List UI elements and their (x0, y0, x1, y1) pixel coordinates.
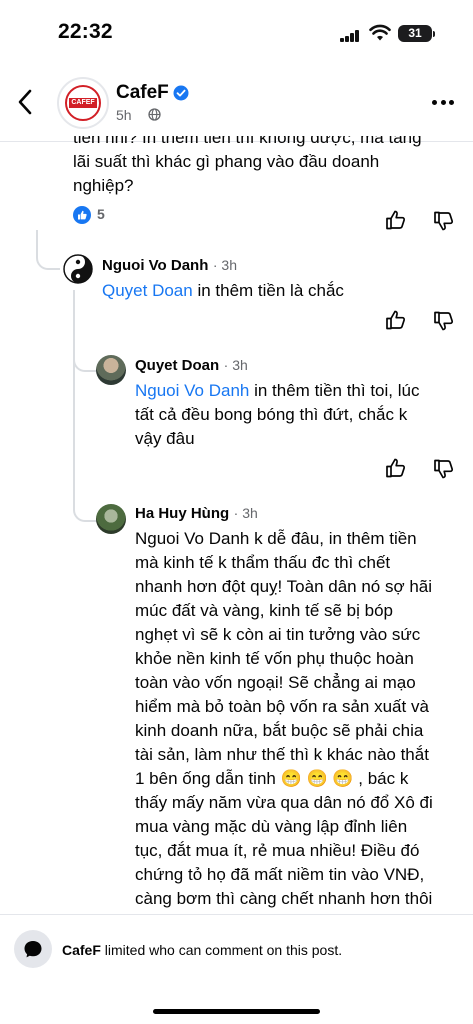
wifi-icon (369, 24, 391, 41)
comment-text: tất cả đều bong bóng thì đứt, chắc k (135, 405, 408, 424)
reaction-count: 5 (97, 206, 105, 222)
thumbs-down-icon[interactable] (433, 459, 455, 479)
cellular-signal-icon (340, 30, 360, 42)
home-indicator[interactable] (153, 1009, 320, 1014)
comment-time: 3h (221, 257, 237, 273)
comment-text: in thêm tiền là chắc (192, 281, 344, 300)
comment-body: Quyet Doan in thêm tiền là chắc (102, 279, 462, 303)
comment-author[interactable]: Nguoi Vo Danh (102, 257, 208, 274)
battery-indicator: 31 (398, 25, 432, 42)
comment-text: tục, đắt mua ít, rẻ mua nhiều! Điều đó (135, 841, 420, 860)
comment-text: hiểm mà bỏ toàn bộ vốn ra sản xuất và (135, 697, 429, 716)
page-name[interactable]: CafeF (116, 82, 169, 104)
comment-text: vậy đâu (135, 429, 195, 448)
comment-text: khỏe nền kinh tế vốn phụ thuộc hoàn (135, 649, 414, 668)
page-avatar[interactable]: CAFEF (57, 77, 109, 129)
comment-text: mua vàng mặc dù vàng lập đỉnh liên (135, 817, 408, 836)
comment-text: toàn vào vốn ngoại! Sẽ chẳng ai mạo (135, 673, 416, 692)
comment-text: 1 bên ống dẫn tinh 😁 😁 😁 , bác k (135, 769, 409, 788)
comment-dot: · (223, 357, 233, 373)
comment-text: càng bơm thì càng chết nhanh hơn thôi (135, 889, 433, 908)
comment-body: Nguoi Vo Danh in thêm tiền thì toi, lúc … (135, 379, 465, 451)
comment-limit-notice: CafeF limited who can comment on this po… (62, 942, 342, 958)
globe-icon (148, 108, 161, 121)
comment-line: nghiệp? (73, 176, 134, 195)
notice-page-name[interactable]: CafeF (62, 942, 101, 958)
thread-connector (36, 230, 60, 270)
comment-line: tiền nhỉ? In thêm tiền thì không được, m… (73, 136, 422, 147)
comment-text: chứng tỏ họ đã mất niềm tin vào VNĐ, (135, 865, 425, 884)
page-avatar-small (14, 930, 52, 968)
footer-divider (0, 914, 473, 915)
more-options-icon[interactable] (432, 100, 454, 105)
comment-text: tài sản, làm như thế thì k khác nào thắt (135, 745, 429, 764)
mention-link[interactable]: Quyet Doan (102, 281, 193, 300)
thumbs-up-icon[interactable] (385, 458, 407, 478)
comment-author[interactable]: Quyet Doan (135, 357, 219, 374)
comment-time: 3h (232, 357, 248, 373)
comment-text: thấy mấy năm vừa qua dân nó đổ Xô đi (135, 793, 433, 812)
comment-body: Nguoi Vo Danh k dễ đâu, in thêm tiền mà … (135, 527, 467, 910)
yin-yang-avatar[interactable] (63, 254, 93, 284)
thumbs-down-icon[interactable] (433, 211, 455, 231)
top-comment: tiền nhỉ? In thêm tiền thì không được, m… (73, 136, 463, 208)
thumbs-down-icon[interactable] (433, 311, 455, 331)
comment-author[interactable]: Ha Huy Hùng (135, 505, 229, 522)
battery-nub (433, 31, 435, 37)
comment-line: lãi suất thì khác gì phang vào đầu doanh (73, 152, 380, 171)
post-age: 5h (116, 107, 132, 123)
thumbs-up-icon[interactable] (385, 210, 407, 230)
comment-text: múc đất và vàng, kinh tế sẽ bị bóp (135, 601, 393, 620)
comment-text: kinh doanh nữa, bắt buộc sẽ phải chia (135, 721, 424, 740)
thread-connector (73, 330, 97, 372)
comment-text: Nguoi Vo Danh k dễ đâu, in thêm tiền (135, 529, 417, 548)
logo-text: CAFEF (69, 98, 97, 108)
comment-bubble-icon (24, 941, 42, 958)
thumbs-up-icon[interactable] (385, 310, 407, 330)
comment-text: nghẹt vì sẽ k còn ai tin tưởng vào sức (135, 625, 421, 644)
back-chevron-icon[interactable] (18, 89, 32, 115)
status-time: 22:32 (58, 20, 113, 43)
user-avatar[interactable] (96, 355, 126, 385)
comment-dot: · (233, 505, 243, 521)
comment-header: Nguoi Vo Danh · 3h (102, 257, 237, 275)
user-avatar[interactable] (96, 504, 126, 534)
notice-text: limited who can comment on this post. (100, 942, 343, 958)
comment-header: Quyet Doan · 3h (135, 357, 248, 375)
thread-connector (73, 480, 97, 522)
comment-text: in thêm tiền thì toi, lúc (249, 381, 420, 400)
like-reaction-icon (73, 206, 91, 224)
thread-line (73, 290, 75, 500)
comment-header: Ha Huy Hùng · 3h (135, 505, 258, 523)
verified-badge-icon (173, 85, 189, 101)
mention-link[interactable]: Nguoi Vo Danh (135, 381, 249, 400)
comment-time: 3h (242, 505, 258, 521)
comment-text: mà kinh tế k thẩm thấu đc thì chết (135, 553, 391, 572)
comment-text: nhanh hơn đột quỵ! Toàn dân nó sợ hãi (135, 577, 433, 596)
